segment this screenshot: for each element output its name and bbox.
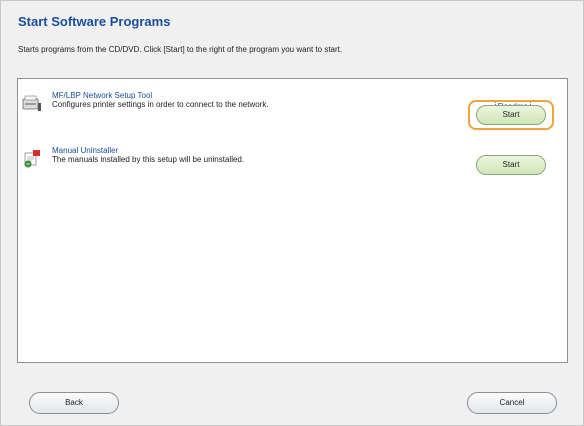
manual-uninstaller-icon (22, 149, 42, 168)
printer-network-icon (22, 94, 42, 112)
instruction-text: Starts programs from the CD/DVD. Click [… (18, 45, 343, 54)
program-name: MF/LBP Network Setup Tool (52, 91, 153, 100)
start-button-network-setup[interactable]: Start (476, 105, 546, 125)
back-button[interactable]: Back (29, 392, 119, 414)
cancel-button[interactable]: Cancel (467, 392, 557, 414)
start-software-programs-dialog: Start Software Programs Starts programs … (0, 0, 584, 426)
program-name: Manual Uninstaller (52, 146, 119, 155)
program-description: Configures printer settings in order to … (52, 100, 269, 109)
page-title: Start Software Programs (18, 14, 171, 29)
start-button-manual-uninstaller[interactable]: Start (476, 155, 546, 175)
program-description: The manuals installed by this setup will… (52, 155, 245, 164)
